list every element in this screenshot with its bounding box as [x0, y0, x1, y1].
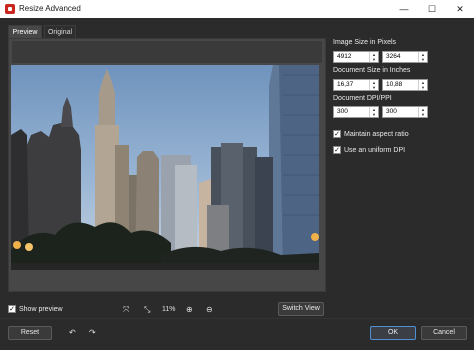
- uniform-dpi-checkbox[interactable]: ✓: [333, 146, 341, 154]
- dpi-y-value: 300: [386, 108, 397, 115]
- maintain-aspect-checkbox[interactable]: ✓: [333, 130, 341, 138]
- maintain-aspect-option[interactable]: ✓ Maintain aspect ratio: [333, 130, 409, 138]
- ok-button[interactable]: OK: [370, 326, 416, 340]
- pixel-height-input[interactable]: 3264 ▲ ▼: [382, 51, 428, 63]
- app-icon: [5, 4, 15, 14]
- redo-icon[interactable]: ↷: [89, 328, 96, 337]
- uniform-dpi-label: Use an uniform DPI: [344, 146, 406, 154]
- inch-width-value: 16,37: [337, 81, 354, 88]
- dpi-y-spinner[interactable]: ▲ ▼: [418, 107, 427, 117]
- fit-icon[interactable]: ⤧: [123, 305, 129, 315]
- inch-height-value: 10,88: [386, 81, 403, 88]
- show-preview-label: Show preview: [19, 305, 63, 313]
- preview-image[interactable]: [11, 65, 319, 270]
- preview-canvas-top: [12, 41, 322, 63]
- show-preview-checkbox[interactable]: ✓: [8, 305, 16, 313]
- pixel-width-value: 4912: [337, 53, 352, 60]
- tab-preview[interactable]: Preview: [8, 25, 42, 39]
- pixel-height-spinner[interactable]: ▲ ▼: [418, 52, 427, 62]
- title-bar: Resize Advanced — ☐ ✕: [0, 0, 474, 18]
- uniform-dpi-option[interactable]: ✓ Use an uniform DPI: [333, 146, 405, 154]
- cancel-button[interactable]: Cancel: [421, 326, 467, 340]
- dpi-y-input[interactable]: 300 ▲ ▼: [382, 106, 428, 118]
- inch-size-label: Document Size in Inches: [333, 67, 411, 74]
- inch-width-spinner[interactable]: ▲ ▼: [369, 80, 378, 90]
- undo-icon[interactable]: ↶: [69, 328, 76, 337]
- reset-button[interactable]: Reset: [8, 326, 52, 340]
- show-preview-option[interactable]: ✓ Show preview: [8, 305, 63, 313]
- close-button[interactable]: ✕: [446, 0, 474, 18]
- dpi-x-value: 300: [337, 108, 348, 115]
- maximize-button[interactable]: ☐: [418, 0, 446, 18]
- tab-original[interactable]: Original: [44, 25, 76, 39]
- minimize-button[interactable]: —: [390, 0, 418, 18]
- dpi-x-input[interactable]: 300 ▲ ▼: [333, 106, 379, 118]
- footer-divider: [0, 318, 474, 319]
- pixel-size-label: Image Size in Pixels: [333, 39, 397, 46]
- pixel-width-input[interactable]: 4912 ▲ ▼: [333, 51, 379, 63]
- pixel-width-spinner[interactable]: ▲ ▼: [369, 52, 378, 62]
- window-title: Resize Advanced: [19, 4, 81, 13]
- maintain-aspect-label: Maintain aspect ratio: [344, 130, 409, 138]
- cityscape-photo: [11, 65, 319, 270]
- switch-view-button[interactable]: Switch View: [278, 302, 324, 316]
- preview-panel: [8, 38, 326, 292]
- dpi-label: Document DPI/PPI: [333, 95, 392, 102]
- inch-width-input[interactable]: 16,37 ▲ ▼: [333, 79, 379, 91]
- inch-height-input[interactable]: 10,88 ▲ ▼: [382, 79, 428, 91]
- zoom-out-icon[interactable]: ⊖: [206, 305, 213, 314]
- actual-size-icon[interactable]: ⤡: [144, 305, 150, 315]
- zoom-in-icon[interactable]: ⊕: [186, 305, 193, 314]
- inch-height-spinner[interactable]: ▲ ▼: [418, 80, 427, 90]
- dpi-x-spinner[interactable]: ▲ ▼: [369, 107, 378, 117]
- zoom-level: 11%: [162, 306, 176, 313]
- pixel-height-value: 3264: [386, 53, 401, 60]
